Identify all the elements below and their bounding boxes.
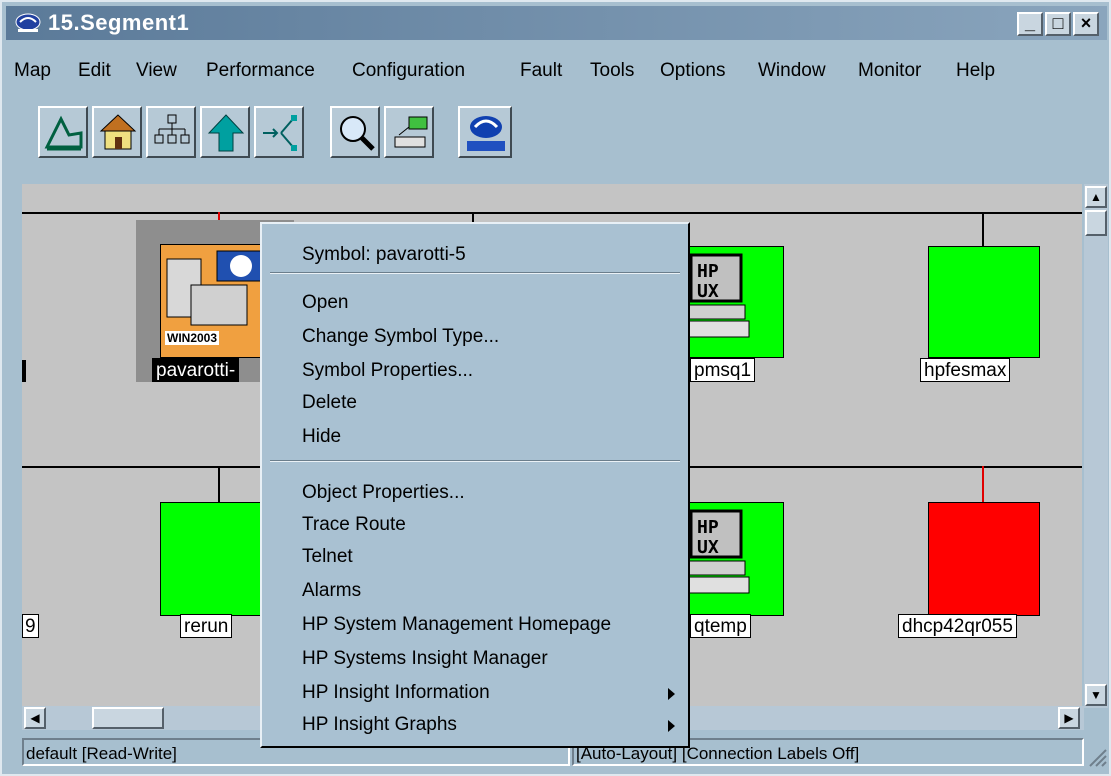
- svg-text:UX: UX: [697, 281, 719, 302]
- node-label-dhcp42qr055[interactable]: dhcp42qr055: [898, 614, 1017, 638]
- svg-text:HP: HP: [697, 261, 719, 282]
- close-button[interactable]: ×: [1073, 12, 1099, 36]
- os-badge: WIN2003: [165, 331, 220, 345]
- menu-item-hp-smh[interactable]: HP System Management Homepage: [302, 614, 611, 636]
- network-device-icon: [394, 116, 428, 148]
- menu-item-symbol-properties[interactable]: Symbol Properties...: [302, 360, 473, 382]
- menu-item-hide[interactable]: Hide: [302, 426, 341, 448]
- minimize-button[interactable]: _: [1017, 12, 1043, 36]
- menu-separator: [270, 460, 680, 462]
- offscreen-node-edge: [22, 360, 26, 382]
- resize-grip-icon[interactable]: [1086, 746, 1108, 768]
- menu-separator: [270, 272, 680, 274]
- scroll-right-arrow-icon[interactable]: ▶: [1058, 707, 1080, 729]
- scroll-down-arrow-icon[interactable]: ▼: [1085, 684, 1107, 706]
- menu-options[interactable]: Options: [660, 60, 725, 82]
- menu-item-object-properties[interactable]: Object Properties...: [302, 482, 465, 504]
- node-label-ipmsq1[interactable]: pmsq1: [690, 358, 756, 382]
- menu-item-hp-insight-information[interactable]: HP Insight Information: [302, 682, 490, 704]
- menu-fault[interactable]: Fault: [520, 60, 562, 82]
- menu-window[interactable]: Window: [758, 60, 826, 82]
- node-label-sqtemp[interactable]: qtemp: [690, 614, 751, 638]
- node-rerun[interactable]: [160, 502, 272, 616]
- home-icon: [99, 114, 137, 150]
- network-device-button[interactable]: [384, 106, 434, 158]
- link-line: [982, 466, 984, 502]
- hp-openview-icon: [467, 116, 505, 151]
- menu-help[interactable]: Help: [956, 60, 995, 82]
- menu-item-hp-insight-graphs[interactable]: HP Insight Graphs: [302, 714, 457, 736]
- svg-text:UX: UX: [697, 537, 719, 558]
- node-sqtemp[interactable]: HP UX: [682, 502, 784, 616]
- context-menu-header: Symbol: pavarotti-5: [302, 244, 466, 265]
- node-dhcp42qr055[interactable]: [928, 502, 1040, 616]
- window-title: 15.Segment1: [48, 10, 190, 35]
- link-line: [218, 466, 220, 502]
- find-icon: [340, 116, 375, 151]
- app-icon: [15, 13, 41, 32]
- find-button[interactable]: [330, 106, 380, 158]
- menu-item-change-symbol-type[interactable]: Change Symbol Type...: [302, 326, 499, 348]
- menu-bar: Map Edit View Performance Configuration …: [6, 60, 1107, 90]
- submenu-arrow-icon: [668, 720, 675, 732]
- map-window: 15.Segment1 _ □ × Map Edit View Performa…: [0, 0, 1111, 776]
- segment-line-1: [22, 212, 1082, 214]
- up-arrow-icon: [207, 114, 245, 152]
- parent-button[interactable]: [200, 106, 250, 158]
- vertical-scroll-thumb[interactable]: [1085, 210, 1107, 236]
- connect-button[interactable]: [254, 106, 304, 158]
- hierarchy-icon: [154, 114, 190, 144]
- menu-item-delete[interactable]: Delete: [302, 392, 357, 414]
- connect-icon: [263, 115, 297, 151]
- menu-map[interactable]: Map: [14, 60, 51, 82]
- submenu-arrow-icon: [668, 688, 675, 700]
- node-ipmsq1[interactable]: HP UX: [682, 246, 784, 358]
- maximize-button[interactable]: □: [1045, 12, 1071, 36]
- node-hpfesmax[interactable]: [928, 246, 1040, 358]
- menu-performance[interactable]: Performance: [206, 60, 315, 82]
- link-line: [982, 212, 984, 246]
- hierarchy-button[interactable]: [146, 106, 196, 158]
- vertical-scrollbar[interactable]: ▲ ▼: [1084, 184, 1108, 708]
- hp-openview-button[interactable]: [458, 106, 512, 158]
- windows-server-icon: [166, 250, 268, 326]
- hpux-workstation-icon: HP UX: [683, 253, 750, 338]
- menu-item-trace-route[interactable]: Trace Route: [302, 514, 406, 536]
- menu-edit[interactable]: Edit: [78, 60, 111, 82]
- map-button[interactable]: [38, 106, 88, 158]
- hpux-workstation-icon: HP UX: [683, 509, 750, 594]
- context-menu: Symbol: pavarotti-5 Open Change Symbol T…: [260, 222, 690, 748]
- node-label-rerun[interactable]: rerun: [180, 614, 233, 638]
- node-label-hpfesmax[interactable]: hpfesmax: [920, 358, 1011, 382]
- node-label-offscreen[interactable]: 9: [22, 614, 39, 638]
- menu-item-telnet[interactable]: Telnet: [302, 546, 353, 568]
- node-label-pavarotti[interactable]: pavarotti-: [152, 358, 240, 382]
- scroll-left-arrow-icon[interactable]: ◀: [24, 707, 46, 729]
- svg-text:HP: HP: [697, 517, 719, 538]
- title-bar[interactable]: 15.Segment1 _ □ ×: [6, 6, 1107, 40]
- menu-monitor[interactable]: Monitor: [858, 60, 921, 82]
- menu-item-hp-sim[interactable]: HP Systems Insight Manager: [302, 648, 548, 670]
- menu-item-open[interactable]: Open: [302, 292, 348, 314]
- menu-configuration[interactable]: Configuration: [352, 60, 465, 82]
- home-button[interactable]: [92, 106, 142, 158]
- menu-item-alarms[interactable]: Alarms: [302, 580, 361, 602]
- menu-tools[interactable]: Tools: [590, 60, 634, 82]
- node-pavarotti[interactable]: WIN2003: [160, 244, 274, 358]
- scroll-up-arrow-icon[interactable]: ▲: [1085, 186, 1107, 208]
- menu-view[interactable]: View: [136, 60, 177, 82]
- horizontal-scroll-thumb[interactable]: [92, 707, 164, 729]
- map-icon: [44, 115, 83, 151]
